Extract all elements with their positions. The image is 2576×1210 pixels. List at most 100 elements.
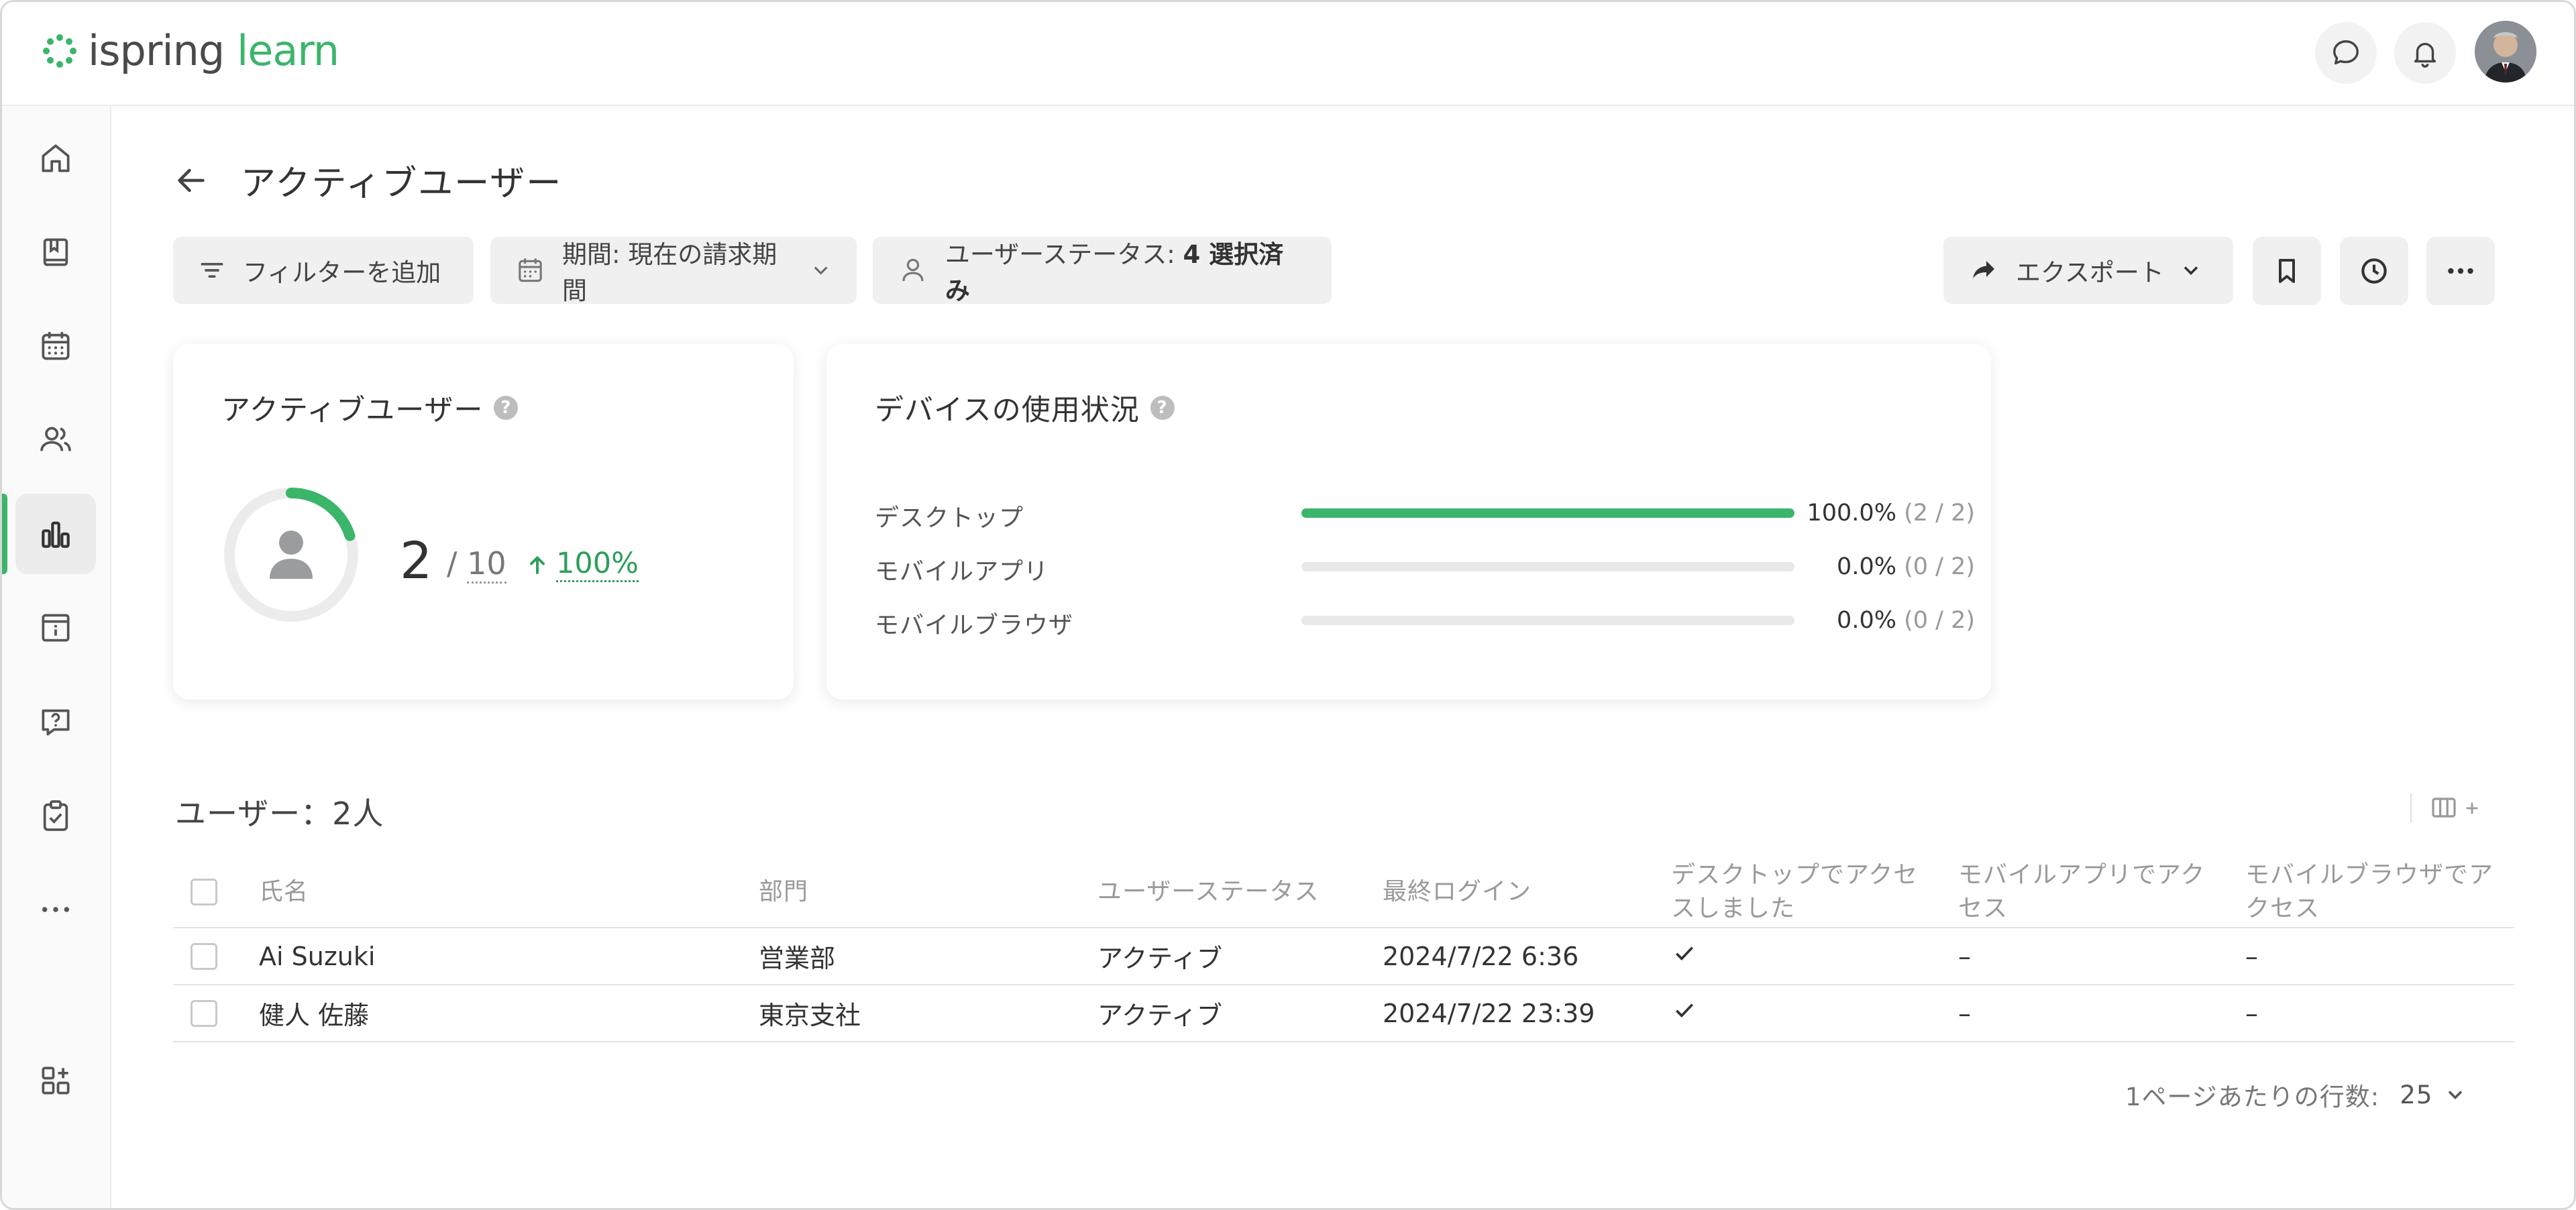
row-checkbox[interactable] (191, 999, 217, 1027)
device-usage-track (1301, 616, 1794, 625)
logo-text-learn: learn (236, 26, 339, 75)
column-settings-button[interactable] (2410, 793, 2481, 823)
cell-status: アクティブ (1097, 928, 1383, 985)
column-header-name[interactable]: 氏名 (259, 857, 759, 928)
select-all-checkbox[interactable] (191, 879, 217, 905)
arrow-up-icon (530, 556, 545, 574)
back-arrow-icon[interactable] (171, 160, 211, 201)
chat-button[interactable] (2315, 22, 2377, 84)
cell-department: 営業部 (759, 928, 1097, 985)
cell-name[interactable]: 健人 佐藤 (259, 985, 759, 1042)
page-title: アクティブユーザー (241, 164, 563, 204)
rows-per-page[interactable]: 1ページあたりの行数: 25 (2125, 1077, 2467, 1113)
cell-name[interactable]: Ai Suzuki (259, 928, 759, 985)
column-header-desktop[interactable]: デスクトップでアクセスしました (1671, 857, 1958, 928)
column-header-department[interactable]: 部門 (759, 857, 1097, 928)
device-percent: 0.0% (1837, 607, 1896, 634)
table-row[interactable]: Ai Suzuki 営業部 アクティブ 2024/7/22 6:36 – – (173, 928, 2514, 985)
rows-per-page-label: 1ページあたりの行数: (2125, 1083, 2380, 1111)
device-usage-value: 100.0% (2 / 2) (1807, 500, 1976, 527)
active-users-card: アクティブユーザー ? 2 / 10 100% (173, 344, 794, 700)
bell-icon (2414, 42, 2436, 68)
add-filter-button[interactable]: フィルターを追加 (173, 237, 474, 304)
plus-icon (2466, 802, 2478, 814)
bar-chart-icon (42, 521, 70, 548)
sidebar-item-calendar[interactable] (15, 306, 96, 386)
table-header-row: 氏名 部門 ユーザーステータス 最終ログイン デスクトップでアクセスしました モ… (173, 857, 2514, 928)
export-button[interactable]: エクスポート (1943, 237, 2233, 304)
filter-icon (201, 263, 223, 278)
chevron-down-icon[interactable] (2443, 1083, 2467, 1107)
help-icon[interactable]: ? (494, 396, 519, 420)
clock-icon (2361, 258, 2387, 284)
sidebar-item-home[interactable] (15, 118, 96, 199)
chat-bubble-icon (2333, 40, 2359, 65)
top-header: ispring learn (2, 2, 2574, 106)
device-fraction: (0 / 2) (1904, 607, 1975, 634)
device-label: モバイルアプリ (875, 558, 1049, 586)
users-icon (40, 427, 71, 451)
sidebar-item-apps[interactable] (15, 1040, 96, 1121)
cell-last-login: 2024/7/22 23:39 (1383, 985, 1671, 1042)
period-filter-chip[interactable]: 期間: 現在の請求期間 (490, 237, 857, 305)
device-usage-card-title: デバイスの使用状況 (875, 394, 1140, 427)
sidebar-item-help[interactable] (15, 681, 96, 762)
user-status-filter-chip[interactable]: ユーザーステータス: 4 選択済み (873, 237, 1332, 305)
user-status-filter-prefix: ユーザーステータス: (945, 240, 1183, 269)
person-body (270, 559, 313, 579)
clipboard-check-icon (43, 800, 68, 831)
active-users-donut (224, 488, 358, 622)
table-row[interactable]: 健人 佐藤 東京支社 アクティブ 2024/7/22 23:39 – – (173, 985, 2514, 1042)
sidebar-item-tasks[interactable] (15, 775, 96, 856)
share-arrow-icon (1973, 261, 1994, 278)
sidebar-item-more[interactable] (15, 869, 96, 950)
active-users-card-title: アクティブユーザー (221, 394, 484, 427)
column-header-mobile-app[interactable]: モバイルアプリでアクセス (1958, 857, 2245, 928)
column-header-last-login[interactable]: 最終ログイン (1383, 857, 1671, 928)
cell-mobile-browser: – (2245, 928, 2514, 985)
sidebar-item-courses[interactable] (15, 212, 96, 292)
device-usage-fill (1301, 508, 1794, 518)
chevron-down-icon (2184, 266, 2198, 276)
device-percent: 0.0% (1837, 553, 1896, 580)
total-users[interactable]: 10 (467, 545, 506, 584)
info-board-icon (42, 614, 70, 642)
sidebar-item-users[interactable] (15, 400, 96, 480)
columns-icon (2432, 798, 2456, 818)
avatar-photo-icon (2475, 21, 2536, 82)
device-row: デスクトップ 100.0% (2 / 2) (875, 492, 1975, 532)
period-filter-label: 期間: 現在の請求期間 (562, 240, 777, 305)
growth-indicator: 100% (525, 547, 639, 582)
user-avatar[interactable] (2475, 21, 2536, 82)
column-header-mobile-browser[interactable]: モバイルブラウザでアクセス (2245, 857, 2514, 928)
ispring-learn-logo[interactable]: ispring learn (41, 28, 339, 74)
home-icon (42, 144, 70, 172)
device-usage-track (1301, 562, 1794, 571)
add-filter-label: フィルターを追加 (243, 258, 441, 287)
rows-per-page-value[interactable]: 25 (2400, 1081, 2432, 1109)
bookmark-button[interactable] (2253, 237, 2321, 305)
schedule-button[interactable] (2340, 237, 2408, 305)
users-count-title: ユーザー：2人 (175, 795, 384, 832)
row-checkbox[interactable] (191, 942, 217, 970)
sidebar-item-info[interactable] (15, 588, 96, 668)
divider (2410, 793, 2412, 823)
device-label: モバイルブラウザ (875, 612, 1074, 639)
calendar-icon (519, 258, 542, 282)
sidebar-item-reports[interactable] (2, 494, 96, 574)
column-header-status[interactable]: ユーザーステータス (1097, 857, 1383, 928)
logo-text-ispring: ispring (88, 26, 225, 75)
notifications-button[interactable] (2394, 22, 2456, 84)
person-head (279, 531, 303, 555)
user-icon (902, 258, 924, 282)
growth-value[interactable]: 100% (556, 547, 639, 582)
more-dots-icon (42, 907, 70, 912)
device-row: モバイルブラウザ 0.0% (0 / 2) (875, 599, 1975, 639)
more-options-button[interactable] (2426, 237, 2495, 305)
more-dots-icon (2448, 268, 2473, 274)
chevron-down-icon (814, 266, 828, 275)
device-usage-card: デバイスの使用状況 ? デスクトップ 100.0% (2 / 2) モバイルアプリ 0… (826, 344, 1991, 700)
calendar-icon (42, 332, 70, 360)
cell-last-login: 2024/7/22 6:36 (1383, 928, 1671, 985)
help-icon[interactable]: ? (1150, 396, 1175, 420)
